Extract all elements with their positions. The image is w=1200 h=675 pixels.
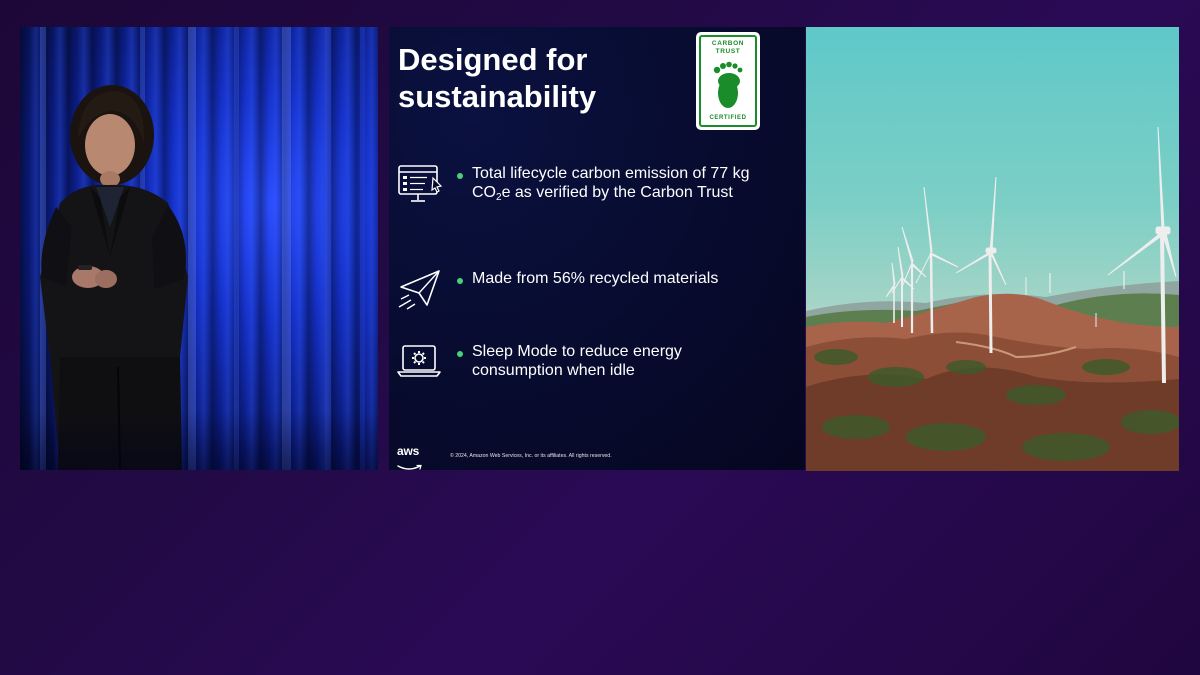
bullet-dot [457,351,463,357]
copyright-text: © 2024, Amazon Web Services, Inc. or its… [450,453,612,459]
floor-shadow [20,410,378,470]
bullet-recycled-text: Made from 56% recycled materials [472,270,719,287]
bullet-lifecycle-text: Total lifecycle carbon emission of 77 kg… [472,165,750,203]
speaker-figure [40,27,365,470]
wind-turbine-photo [806,27,1179,471]
wind-turbine-landscape [806,126,1179,471]
speaker-video [20,27,378,470]
bullet-recycled: Made from 56% recycled materials [397,269,797,313]
presentation-stage: Designed for sustainability CARBON TRUST… [0,0,1200,675]
badge-top-text: CARBON TRUST [711,40,745,55]
bullet-dot [457,173,463,179]
bullet-sleep-mode-text: Sleep Mode to reduce energy consumption … [472,343,682,379]
badge-bottom-text: CERTIFIED [709,115,747,121]
slide-title: Designed for sustainability [398,42,597,114]
bullet-dot [457,278,463,284]
bullet-lifecycle: Total lifecycle carbon emission of 77 kg… [397,164,797,208]
aws-smile-icon [397,464,422,470]
carbon-trust-badge: CARBON TRUST CERTIFIED [696,32,760,130]
monitor-cursor-icon [398,165,443,202]
laptop-gear-icon [397,345,441,377]
slide: Designed for sustainability CARBON TRUST… [389,27,805,470]
aws-logo-text: aws [397,444,420,458]
aws-logo: aws [397,444,425,470]
bullet-sleep-mode: Sleep Mode to reduce energy consumption … [397,342,797,386]
paper-plane-icon [398,270,440,310]
footprint-icon [713,61,743,108]
